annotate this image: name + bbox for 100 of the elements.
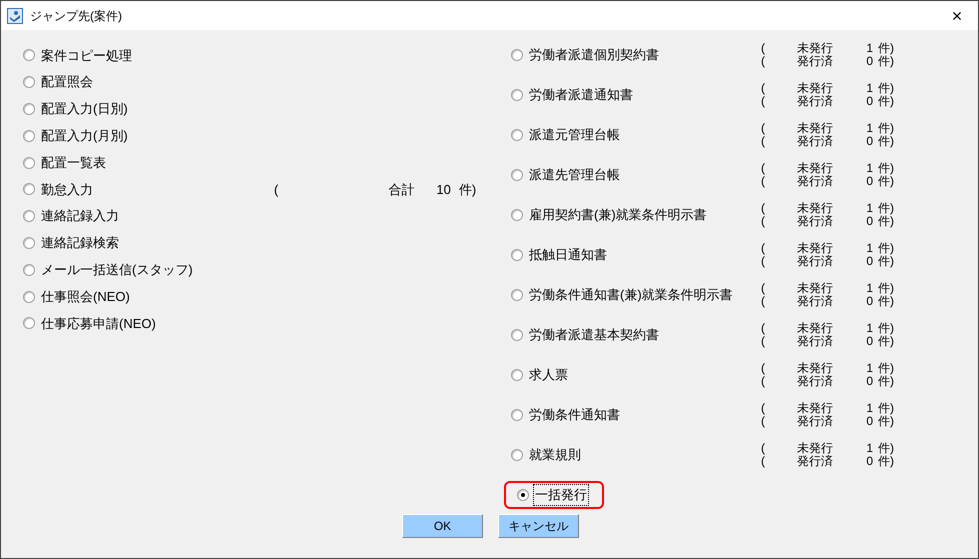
count-bracket: ( [761, 282, 766, 295]
radio-button[interactable] [511, 409, 523, 421]
count-bracket: ( [761, 162, 766, 175]
summary-bracket: ( [274, 180, 278, 199]
count-value: 1 [865, 122, 873, 135]
radio-option[interactable]: 仕事照会(NEO) [23, 286, 274, 306]
radio-option[interactable]: 抵触日通知書 [511, 245, 761, 265]
option-label: 労働条件通知書 [528, 406, 621, 424]
count-unit: 件) [878, 415, 894, 428]
status-label: 未発行 [797, 202, 834, 215]
option-label: 配置照会 [40, 73, 94, 92]
option-label: 配置入力(月別) [40, 127, 129, 146]
dialog-button[interactable]: OK [402, 514, 483, 538]
count-unit: 件) [878, 455, 894, 468]
option-label: 抵触日通知書 [528, 246, 608, 264]
radio-option[interactable]: 勤怠入力 [23, 180, 274, 200]
count-value: 1 [865, 442, 873, 455]
count-unit: 件) [878, 255, 894, 268]
count-bracket: ( [761, 335, 766, 348]
radio-button[interactable] [511, 249, 523, 261]
radio-option[interactable]: メール一括送信(スタッフ) [23, 260, 274, 280]
count-unit: 件) [878, 202, 894, 215]
radio-button[interactable] [511, 289, 523, 301]
count-bracket: ( [761, 295, 766, 308]
count-value: 0 [865, 415, 873, 428]
count-bracket: ( [761, 215, 766, 228]
count-unit: 件) [878, 122, 894, 135]
radio-option[interactable]: 案件コピー処理 [23, 46, 274, 66]
count-unit: 件) [878, 42, 894, 55]
option-label: 仕事応募申請(NEO) [40, 314, 157, 333]
option-label: 配置入力(日別) [40, 100, 129, 118]
radio-option[interactable]: 労働条件通知書(兼)就業条件明示書 [511, 285, 761, 305]
radio-button[interactable] [511, 449, 523, 461]
radio-option[interactable]: 連絡記録入力 [23, 206, 274, 226]
radio-button[interactable] [23, 317, 35, 330]
radio-button[interactable] [511, 49, 523, 61]
radio-button[interactable] [511, 169, 523, 181]
radio-option[interactable]: 就業規則 [511, 445, 761, 465]
status-label: 発行済 [797, 295, 834, 308]
radio-option[interactable]: 仕事応募申請(NEO) [23, 314, 274, 334]
radio-button[interactable] [23, 76, 35, 88]
close-button[interactable]: × [942, 4, 972, 28]
option-label: メール一括送信(スタッフ) [40, 261, 194, 280]
summary-count: 10 [436, 180, 451, 199]
radio-option[interactable]: 派遣元管理台帳 [511, 125, 761, 145]
radio-option[interactable]: 労働条件通知書 [511, 405, 761, 425]
option-label: 雇用契約書(兼)就業条件明示書 [528, 206, 708, 224]
radio-option[interactable]: 労働者派遣基本契約書 [511, 325, 761, 345]
option-label: 労働者派遣通知書 [528, 86, 634, 104]
radio-option[interactable]: 労働者派遣個別契約書 [511, 45, 761, 65]
count-unit: 件) [878, 162, 894, 175]
radio-option[interactable]: 一括発行 [517, 485, 588, 505]
radio-button[interactable] [23, 290, 35, 303]
count-bracket: ( [761, 455, 766, 468]
radio-button[interactable] [511, 329, 523, 341]
radio-button[interactable] [23, 210, 35, 222]
radio-option[interactable]: 雇用契約書(兼)就業条件明示書 [511, 205, 761, 225]
radio-option[interactable]: 労働者派遣通知書 [511, 85, 761, 105]
count-unit: 件) [878, 242, 894, 255]
radio-button[interactable] [23, 130, 35, 142]
radio-option[interactable]: 派遣先管理台帳 [511, 165, 761, 185]
radio-option[interactable]: 求人票 [511, 365, 761, 385]
status-label: 未発行 [797, 122, 834, 135]
radio-option[interactable]: 配置入力(日別) [23, 99, 274, 119]
count-value: 0 [865, 455, 873, 468]
radio-option[interactable]: 配置一覧表 [23, 152, 274, 172]
radio-option[interactable]: 配置入力(月別) [23, 126, 274, 146]
count-unit: 件) [878, 322, 894, 335]
radio-option[interactable]: 連絡記録検索 [23, 233, 274, 253]
count-value: 0 [865, 175, 873, 188]
count-unit: 件) [878, 335, 894, 348]
radio-option[interactable]: 配置照会 [23, 72, 274, 92]
radio-button[interactable] [23, 102, 35, 115]
radio-button[interactable] [517, 489, 529, 501]
option-label: 一括発行 [534, 485, 588, 505]
radio-button[interactable] [511, 209, 523, 221]
count-unit: 件) [878, 95, 894, 108]
option-label: 連絡記録入力 [40, 207, 120, 226]
radio-button[interactable] [511, 89, 523, 101]
option-label: 派遣先管理台帳 [528, 166, 621, 184]
status-label: 未発行 [797, 282, 834, 295]
count-bracket: ( [761, 135, 766, 148]
count-value: 0 [865, 95, 873, 108]
radio-button[interactable] [23, 49, 35, 62]
radio-button[interactable] [23, 156, 35, 169]
radio-button[interactable] [23, 236, 35, 249]
dialog-button[interactable]: キャンセル [498, 514, 579, 538]
status-label: 未発行 [797, 162, 834, 175]
radio-button[interactable] [23, 264, 35, 276]
count-bracket: ( [761, 242, 766, 255]
radio-button[interactable] [511, 369, 523, 381]
count-bracket: ( [761, 442, 766, 455]
count-unit: 件) [878, 442, 894, 455]
radio-button[interactable] [511, 129, 523, 141]
window-title: ジャンプ先(案件) [30, 8, 122, 24]
count-value: 0 [865, 335, 873, 348]
radio-button[interactable] [23, 183, 35, 196]
status-label: 発行済 [797, 255, 834, 268]
count-unit: 件) [878, 215, 894, 228]
count-bracket: ( [761, 255, 766, 268]
